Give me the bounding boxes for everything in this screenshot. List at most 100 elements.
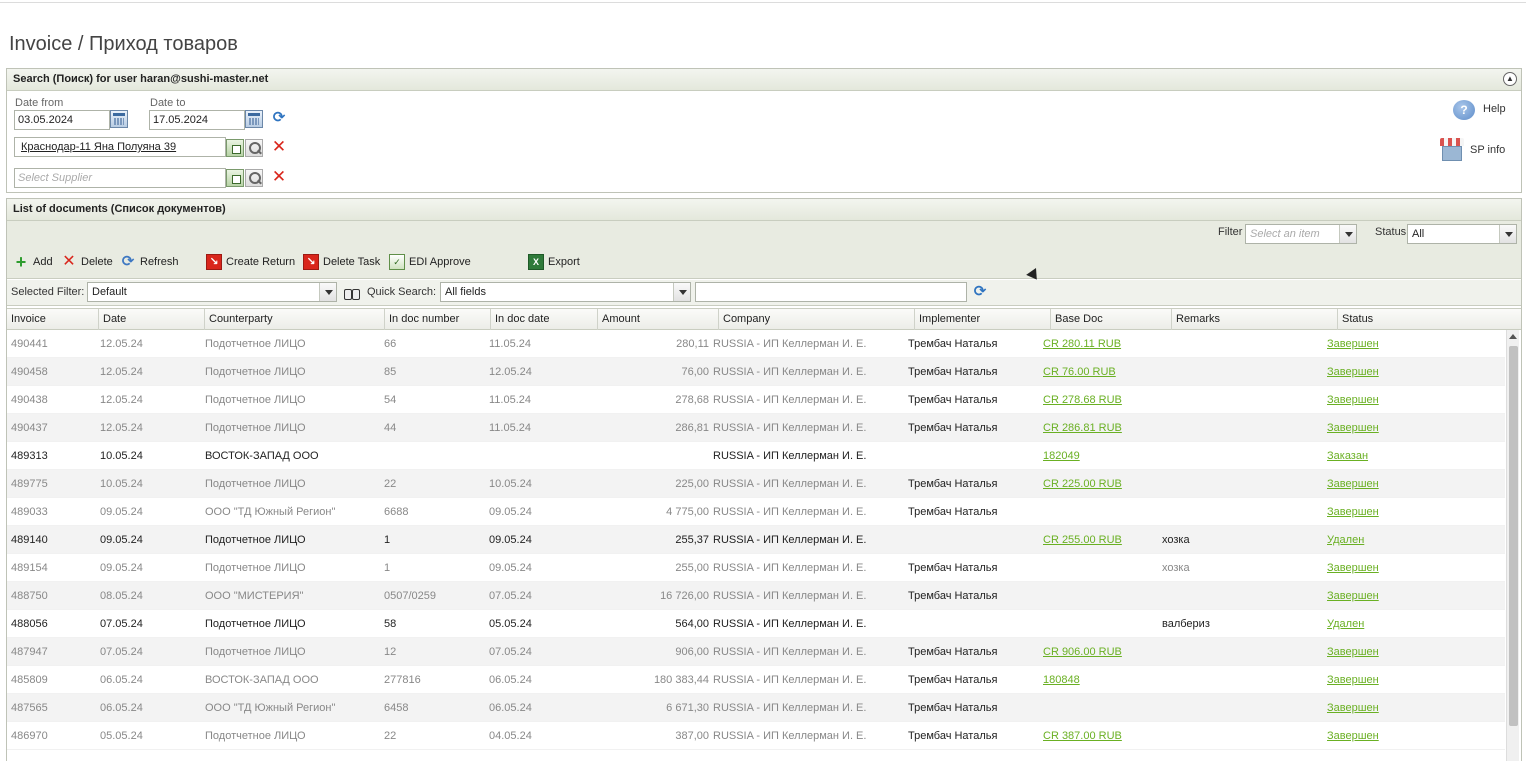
cell-status-link[interactable]: Завершен — [1327, 702, 1379, 714]
column-header-in-doc-number[interactable]: In doc number — [385, 309, 491, 330]
cell-status-link[interactable]: Завершен — [1327, 478, 1379, 490]
cell-base-doc-link[interactable]: CR 278.68 RUB — [1043, 394, 1122, 406]
table-row[interactable]: 489313 10.05.24 ВОСТОК-ЗАПАД ООО RUSSIA - И… — [7, 442, 1505, 470]
cell-status-link[interactable]: Завершен — [1327, 422, 1379, 434]
cell-status-link[interactable]: Удален — [1327, 534, 1364, 546]
cell-status-link[interactable]: Завершен — [1327, 646, 1379, 658]
cell-status-link[interactable]: Завершен — [1327, 506, 1379, 518]
cell-status-link[interactable]: Завершен — [1327, 562, 1379, 574]
table-row[interactable]: 490437 12.05.24 Подотчетное ЛИЦО 44 11.05.24… — [7, 414, 1505, 442]
chevron-up-icon[interactable]: ▲ — [1503, 72, 1517, 86]
table-row[interactable]: 486970 05.05.24 Подотчетное ЛИЦО 22 04.05.24… — [7, 722, 1505, 750]
add-button[interactable]: + Add — [13, 253, 53, 271]
help-icon[interactable]: ? — [1453, 100, 1475, 120]
column-header-status[interactable]: Status — [1338, 309, 1521, 330]
cell-status-link[interactable]: Завершен — [1327, 338, 1379, 350]
table-row[interactable]: 487947 07.05.24 Подотчетное ЛИЦО 12 07.05.24… — [7, 638, 1505, 666]
close-icon[interactable]: ✕ — [271, 168, 287, 185]
column-header-amount[interactable]: Amount — [598, 309, 719, 330]
close-icon[interactable]: ✕ — [271, 138, 287, 155]
table-row[interactable]: 490438 12.05.24 Подотчетное ЛИЦО 54 11.05.24… — [7, 386, 1505, 414]
column-header-base-doc[interactable]: Base Doc — [1051, 309, 1172, 330]
table-row[interactable]: 490458 12.05.24 Подотчетное ЛИЦО 85 12.05.24… — [7, 358, 1505, 386]
cell-status-link[interactable]: Завершен — [1327, 590, 1379, 602]
picker-icon[interactable] — [226, 169, 244, 187]
export-button[interactable]: X Export — [528, 254, 580, 270]
refresh-icon[interactable]: ⟳ — [271, 110, 287, 126]
column-header-in-doc-date[interactable]: In doc date — [491, 309, 598, 330]
delete-button[interactable]: ✕ Delete — [61, 254, 113, 270]
table-row[interactable]: 489154 09.05.24 Подотчетное ЛИЦО 1 09.05.24 2… — [7, 554, 1505, 582]
store-icon[interactable] — [1440, 138, 1464, 162]
excel-icon: X — [528, 254, 544, 270]
chevron-down-icon[interactable] — [1499, 225, 1516, 243]
refresh-icon[interactable]: ⟳ — [972, 284, 988, 300]
cell-status: Завершен — [1327, 386, 1447, 414]
selected-filter-select[interactable]: Default — [87, 282, 337, 302]
chevron-down-icon[interactable] — [319, 283, 336, 301]
edi-approve-button[interactable]: ✓ EDI Approve — [389, 254, 471, 270]
picker-icon[interactable] — [226, 139, 244, 157]
cell-base-doc-link[interactable]: CR 280.11 RUB — [1043, 338, 1121, 350]
cell-base-doc-link[interactable]: CR 255.00 RUB — [1043, 534, 1122, 546]
cell-base-doc-link[interactable]: 180848 — [1043, 674, 1080, 686]
calendar-icon[interactable] — [245, 110, 263, 128]
cell-in-doc-date — [489, 442, 589, 470]
table-row[interactable]: 490441 12.05.24 Подотчетное ЛИЦО 66 11.05.24… — [7, 330, 1505, 358]
status-select[interactable]: All — [1407, 224, 1517, 244]
quick-search-field-select[interactable]: All fields — [440, 282, 691, 302]
cell-status-link[interactable]: Завершен — [1327, 674, 1379, 686]
cell-base-doc-link[interactable]: CR 76.00 RUB — [1043, 366, 1116, 378]
vertical-scrollbar[interactable] — [1506, 330, 1519, 761]
create-return-button[interactable]: ↘ Create Return — [206, 254, 295, 270]
column-header-invoice[interactable]: Invoice — [7, 309, 99, 330]
calendar-icon[interactable] — [110, 110, 128, 128]
sp-info-link[interactable]: SP info — [1470, 144, 1505, 156]
cell-base-doc-link[interactable]: CR 225.00 RUB — [1043, 478, 1122, 490]
cell-base-doc-link[interactable]: CR 906.00 RUB — [1043, 646, 1122, 658]
table-row[interactable]: 488750 08.05.24 ООО "МИСТЕРИЯ" 0507/0259 07.… — [7, 582, 1505, 610]
column-header-remarks[interactable]: Remarks — [1172, 309, 1338, 330]
table-row[interactable]: 488056 07.05.24 Подотчетное ЛИЦО 58 05.05.24… — [7, 610, 1505, 638]
cell-base-doc-link[interactable]: CR 387.00 RUB — [1043, 730, 1122, 742]
cell-status-link[interactable]: Завершен — [1327, 394, 1379, 406]
date-to-input[interactable] — [149, 110, 245, 130]
cell-amount: 255,37 — [675, 534, 709, 546]
column-header-counterparty[interactable]: Counterparty — [205, 309, 385, 330]
column-header-company[interactable]: Company — [719, 309, 915, 330]
chevron-down-icon[interactable] — [673, 283, 690, 301]
supplier-input[interactable] — [14, 168, 226, 188]
binoculars-icon[interactable] — [343, 284, 360, 300]
cell-invoice: 489775 — [11, 478, 48, 490]
scrollbar-thumb[interactable] — [1509, 346, 1518, 726]
refresh-button[interactable]: ⟳ Refresh — [120, 254, 179, 270]
store-selector[interactable]: Краснодар-11 Яна Полуяна 39 — [14, 137, 226, 157]
cell-invoice: 490441 — [11, 338, 48, 350]
cell-base-doc-link[interactable]: 182049 — [1043, 450, 1080, 462]
date-from-input[interactable] — [14, 110, 110, 130]
table-row[interactable]: 485809 06.05.24 ВОСТОК-ЗАПАД ООО 277816 06.0… — [7, 666, 1505, 694]
cell-status-link[interactable]: Заказан — [1327, 450, 1368, 462]
search-icon[interactable] — [245, 139, 263, 157]
help-link[interactable]: Help — [1483, 103, 1506, 115]
cell-base-doc-link[interactable]: CR 286.81 RUB — [1043, 422, 1122, 434]
table-row[interactable]: 489140 09.05.24 Подотчетное ЛИЦО 1 09.05.24 2… — [7, 526, 1505, 554]
filter-select[interactable]: Select an item — [1245, 224, 1357, 244]
table-row[interactable]: 487565 06.05.24 ООО "ТД Южный Регион" 6458 0… — [7, 694, 1505, 722]
quick-search-input[interactable] — [695, 282, 967, 302]
chevron-down-icon[interactable] — [1339, 225, 1356, 243]
scroll-up-icon[interactable] — [1509, 334, 1517, 339]
cell-status-link[interactable]: Завершен — [1327, 730, 1379, 742]
cell-amount: 906,00 — [675, 646, 709, 658]
cell-date: 10.05.24 — [100, 478, 143, 490]
delete-task-button[interactable]: ↘ Delete Task — [303, 254, 380, 270]
table-row[interactable]: 489033 09.05.24 ООО "ТД Южный Регион" 6688 0… — [7, 498, 1505, 526]
cell-in-doc-date: 11.05.24 — [489, 338, 532, 350]
column-header-date[interactable]: Date — [99, 309, 205, 330]
cell-amount: 286,81 — [675, 422, 709, 434]
table-row[interactable]: 489775 10.05.24 Подотчетное ЛИЦО 22 10.05.24… — [7, 470, 1505, 498]
cell-status-link[interactable]: Удален — [1327, 618, 1364, 630]
search-icon[interactable] — [245, 169, 263, 187]
column-header-implementer[interactable]: Implementer — [915, 309, 1051, 330]
cell-status-link[interactable]: Завершен — [1327, 366, 1379, 378]
